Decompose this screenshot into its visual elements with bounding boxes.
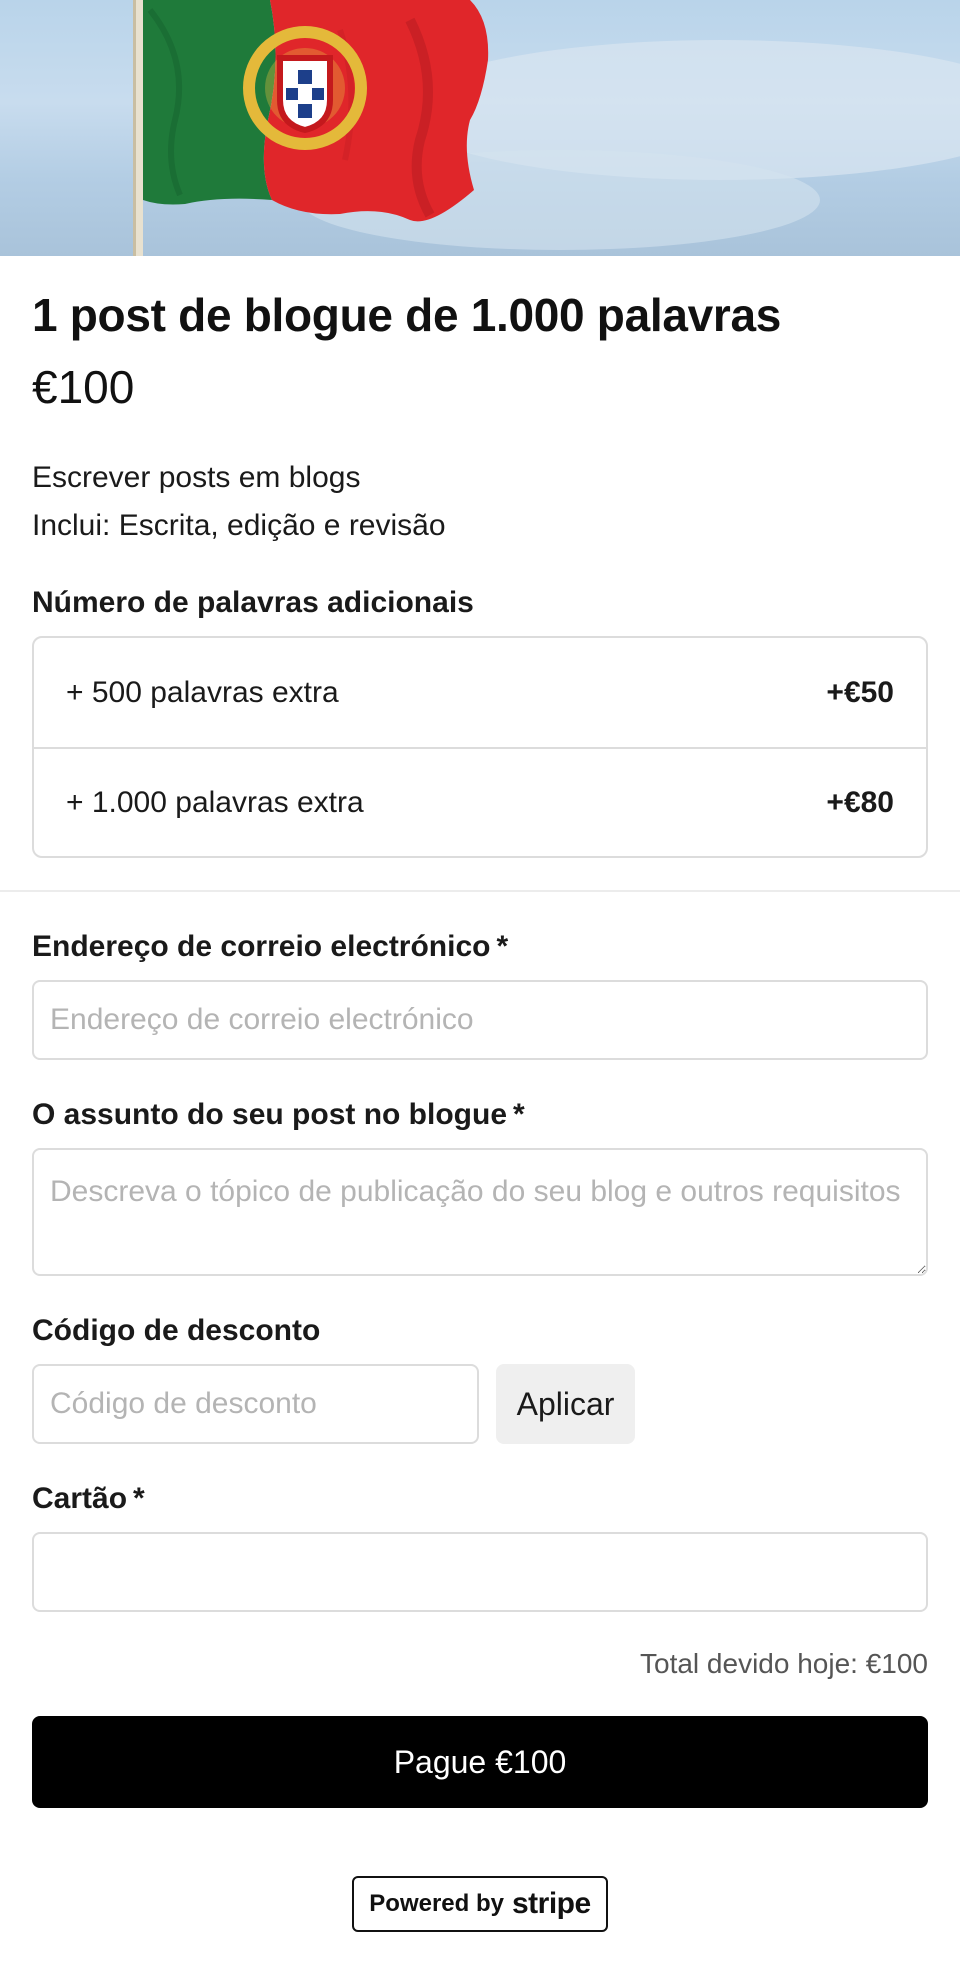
powered-by-stripe-link[interactable]: Powered by stripe <box>352 1876 608 1932</box>
card-label: Cartão * <box>32 1482 145 1516</box>
apply-discount-button[interactable]: Aplicar <box>496 1364 635 1444</box>
discount-code-input[interactable] <box>32 1364 479 1444</box>
addon-option-label: + 500 palavras extra <box>66 675 339 709</box>
topic-label: O assunto do seu post no blogue * <box>32 1098 525 1132</box>
product-description: Escrever posts em blogs Inclui: Escrita,… <box>32 454 446 550</box>
card-label-text: Cartão <box>32 1482 128 1515</box>
section-divider <box>0 890 960 892</box>
topic-textarea[interactable] <box>32 1148 928 1276</box>
powered-by-text: Powered by <box>369 1890 504 1917</box>
email-label: Endereço de correio electrónico * <box>32 930 508 964</box>
addons-option-list: + 500 palavras extra +€50 + 1.000 palavr… <box>32 636 928 858</box>
addon-option-500[interactable]: + 500 palavras extra +€50 <box>34 638 926 747</box>
description-line: Escrever posts em blogs <box>32 461 361 494</box>
hero-image <box>0 0 960 256</box>
discount-label: Código de desconto <box>32 1314 321 1347</box>
stripe-logo: stripe <box>512 1887 591 1920</box>
required-mark: * <box>133 1482 145 1515</box>
product-price: €100 <box>32 361 135 413</box>
pay-button[interactable]: Pague €100 <box>32 1716 928 1808</box>
addon-option-label: + 1.000 palavras extra <box>66 785 364 819</box>
portugal-flag-image <box>133 0 960 256</box>
required-mark: * <box>513 1098 525 1131</box>
topic-label-text: O assunto do seu post no blogue <box>32 1098 508 1131</box>
description-line: Inclui: Escrita, edição e revisão <box>32 509 446 542</box>
addons-label: Número de palavras adicionais <box>32 586 474 619</box>
card-input[interactable] <box>32 1532 928 1612</box>
addon-option-price: +€80 <box>826 785 894 819</box>
email-field[interactable] <box>32 980 928 1060</box>
email-label-text: Endereço de correio electrónico <box>32 930 491 963</box>
required-mark: * <box>496 930 509 963</box>
total-due-text: Total devido hoje: €100 <box>640 1648 928 1679</box>
product-title: 1 post de blogue de 1.000 palavras <box>32 289 782 341</box>
addon-option-1000[interactable]: + 1.000 palavras extra +€80 <box>34 747 926 856</box>
addon-option-price: +€50 <box>826 675 894 709</box>
